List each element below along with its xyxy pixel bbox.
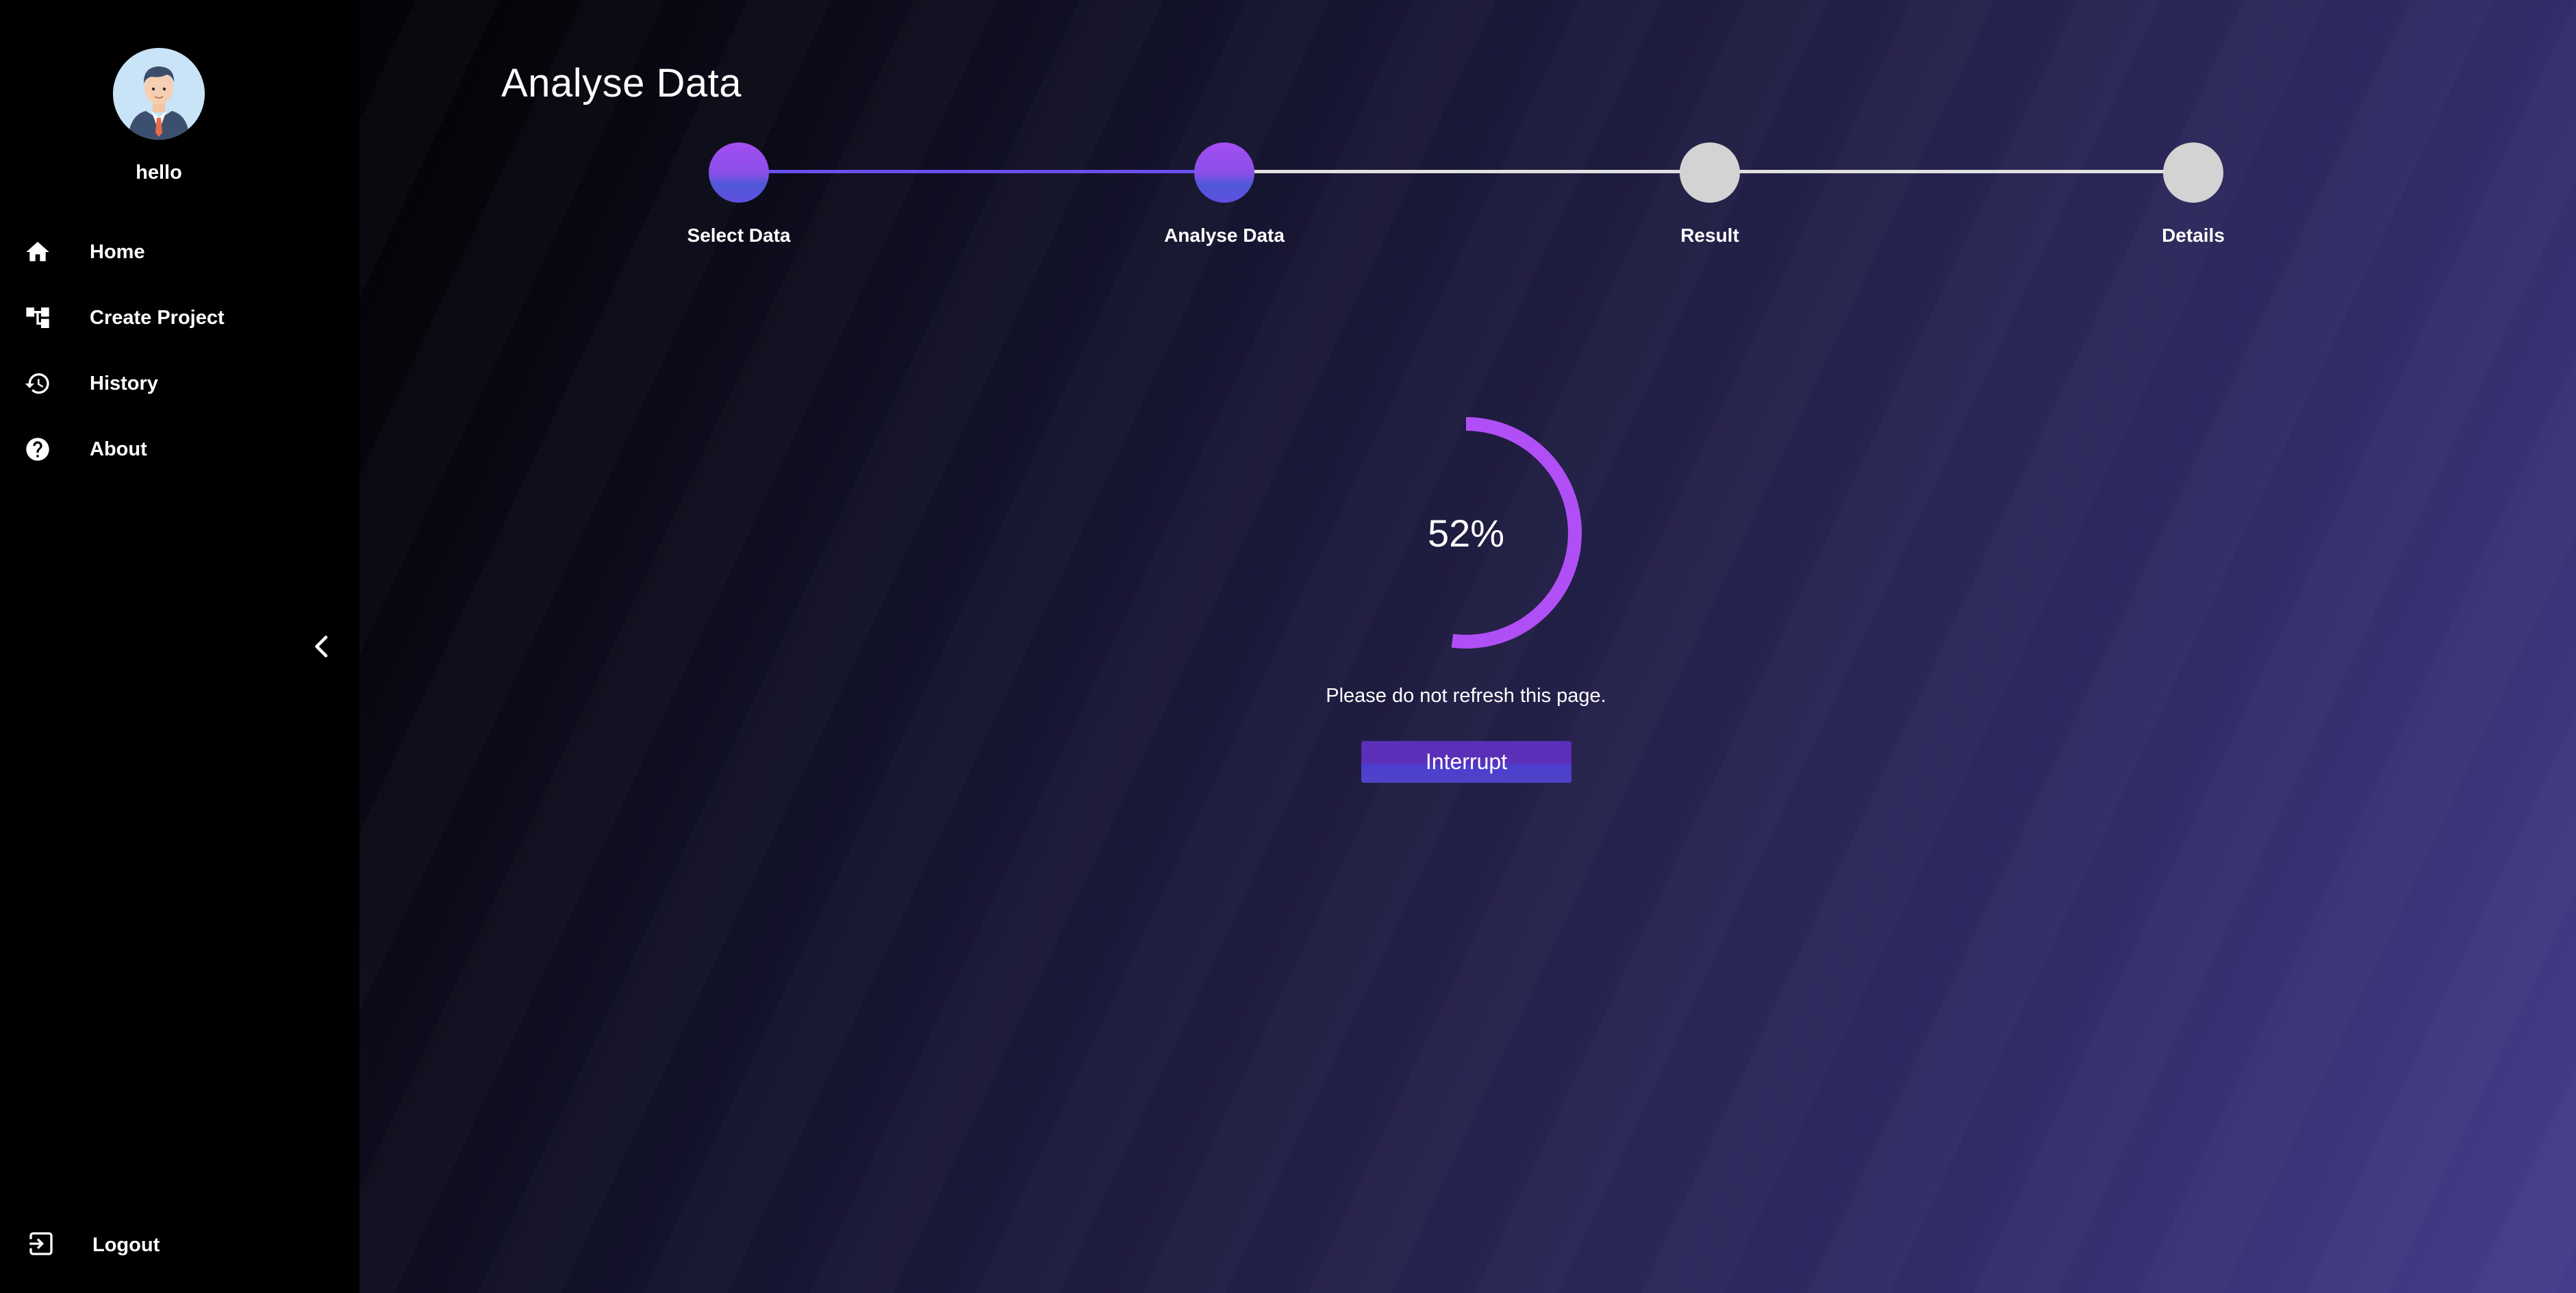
sidebar-item-about[interactable]: About xyxy=(22,429,323,470)
step-connector-done xyxy=(739,170,1224,173)
sidebar-item-label: About xyxy=(90,438,147,460)
home-icon xyxy=(22,236,53,268)
step-indicator-details[interactable] xyxy=(2163,142,2223,203)
sidebar-item-label: Home xyxy=(90,240,145,263)
step-label: Details xyxy=(2162,225,2225,246)
sidebar: hello Home Create Project History About xyxy=(0,0,359,1293)
step-indicator-select-data[interactable] xyxy=(709,142,769,203)
refresh-warning: Please do not refresh this page. xyxy=(1326,685,1606,707)
logout-label: Logout xyxy=(92,1234,160,1256)
page-title: Analyse Data xyxy=(501,61,742,105)
history-icon xyxy=(22,368,53,399)
step-label: Analyse Data xyxy=(1164,225,1285,246)
step-label: Select Data xyxy=(687,225,791,246)
user-avatar-icon xyxy=(113,48,205,140)
step-label: Result xyxy=(1680,225,1739,246)
avatar[interactable] xyxy=(113,48,205,140)
project-tree-icon xyxy=(22,302,53,334)
step-indicator-result[interactable] xyxy=(1680,142,1740,203)
collapse-sidebar-button[interactable] xyxy=(308,631,336,662)
chevron-left-icon xyxy=(315,636,328,657)
sidebar-item-home[interactable]: Home xyxy=(22,231,323,273)
sidebar-item-label: Create Project xyxy=(90,306,225,329)
sidebar-item-history[interactable]: History xyxy=(22,363,323,404)
progress-stepper: Select Data Analyse Data Result Details xyxy=(687,142,2225,252)
username: hello xyxy=(136,162,182,184)
step-indicator-analyse-data[interactable] xyxy=(1194,142,1254,203)
sidebar-item-label: History xyxy=(90,372,158,394)
circular-progress: 52% xyxy=(1346,413,1586,653)
logout-button[interactable]: Logout xyxy=(27,1230,160,1261)
progress-percent: 52% xyxy=(1427,511,1505,555)
interrupt-button[interactable]: Interrupt xyxy=(1361,741,1571,783)
app-page: hello Home Create Project History About xyxy=(0,0,2576,1293)
sidebar-item-create-project[interactable]: Create Project xyxy=(22,297,323,338)
help-circle-icon xyxy=(22,434,53,465)
logout-icon xyxy=(27,1230,55,1261)
